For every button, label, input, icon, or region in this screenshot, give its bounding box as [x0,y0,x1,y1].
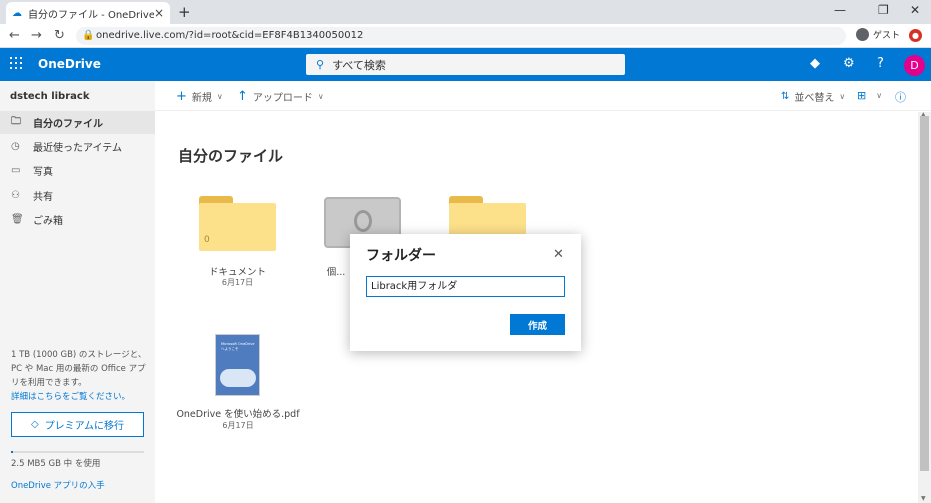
gear-icon[interactable]: ⚙ [843,56,855,71]
tab-title: 自分のファイル - OneDrive [28,9,154,21]
sort-icon: ⇅ [781,91,790,102]
new-tab-icon[interactable]: + [178,3,191,21]
upload-label: アップロード [252,93,313,104]
reload-icon[interactable]: ↻ [54,28,65,43]
brand-title[interactable]: OneDrive [38,57,101,71]
close-icon[interactable]: ✕ [553,247,564,262]
chevron-down-icon: ∨ [317,92,324,101]
sidebar-item-label: 写真 [33,167,53,178]
sidebar-item-label: 共有 [33,192,53,203]
back-icon[interactable]: ← [9,28,20,43]
upload-icon: ↑ [237,89,248,104]
diamond-icon[interactable]: ◆ [810,56,820,71]
chevron-down-icon: ∨ [216,92,223,101]
guest-profile-button[interactable]: ゲスト [856,28,900,41]
user-name: dstech librack [10,91,90,102]
forward-icon[interactable]: → [31,28,42,43]
clock-icon: ◷ [11,141,20,152]
premium-button[interactable]: ◇ プレミアムに移行 [11,412,144,437]
chevron-down-icon: ∨ [839,92,846,101]
folder-documents[interactable]: 0 [199,196,276,251]
new-folder-dialog: フォルダー ✕ Librack用フォルダ 作成 [350,234,581,351]
sidebar: dstech librack 🗀 自分のファイル ◷ 最近使ったアイテム ▭ 写… [0,81,155,503]
search-box[interactable]: ⚲ すべて検索 [306,54,625,75]
get-apps-link[interactable]: OneDrive アプリの入手 [11,479,105,491]
upload-button[interactable]: ↑ アップロード ∨ [237,89,324,104]
sidebar-item-my-files[interactable]: 🗀 自分のファイル [0,111,155,134]
premium-label: プレミアムに移行 [44,421,124,432]
sidebar-item-label: 最近使ったアイテム [33,143,122,154]
sidebar-item-recent[interactable]: ◷ 最近使ったアイテム [0,135,155,158]
details-link[interactable]: 詳細はこちらをご覧ください。 [11,392,130,402]
file-name[interactable]: 個... [324,264,348,278]
view-button[interactable]: ⊞ ∨ [857,89,882,102]
pdf-thumbnail[interactable]: Microsoft OneDrive へようこそ [215,334,260,396]
search-icon: ⚲ [316,58,325,71]
url-field[interactable]: 🔒 onedrive.live.com/?id=root&cid=EF8F4B1… [76,27,846,45]
command-bar: + 新規 ∨ ↑ アップロード ∨ ⇅ 並べ替え ∨ ⊞ ∨ ⓘ [155,81,931,111]
browser-tab[interactable]: ☁ 自分のファイル - OneDrive × [6,2,170,24]
app-launcher-icon[interactable] [10,57,22,69]
sidebar-item-recycle-bin[interactable]: 🗑 ごみ箱 [0,208,155,231]
browser-tab-bar: ☁ 自分のファイル - OneDrive × + — ❐ ✕ [0,0,931,24]
onedrive-favicon-icon: ☁ [12,7,22,19]
grid-view-icon: ⊞ [857,89,867,102]
file-name[interactable]: OneDrive を使い始める.pdf [176,406,300,420]
people-icon: ⚇ [11,190,20,201]
diamond-icon: ◇ [30,419,39,430]
sidebar-item-shared[interactable]: ⚇ 共有 [0,184,155,207]
file-date: 6月17日 [221,278,254,287]
folder-item-count: 0 [204,235,210,245]
sidebar-item-label: 自分のファイル [33,119,103,130]
minimize-icon[interactable]: — [834,3,846,17]
info-button[interactable]: ⓘ [895,89,911,105]
storage-info-text: 1 TB (1000 GB) のストレージと、PC や Mac 用の最新の Of… [11,350,147,388]
cloud-icon [220,369,256,387]
storage-used: 2.5 MB5 GB 中 を使用 [11,459,101,469]
pdf-thumbnail-text: Microsoft OneDrive へようこそ [221,342,255,351]
restore-icon[interactable]: ❐ [878,3,889,17]
folder-name-input[interactable]: Librack用フォルダ [366,276,565,297]
url-text: onedrive.live.com/?id=root&cid=EF8F4B134… [96,30,364,41]
file-name[interactable]: ドキュメント [199,264,276,278]
sort-label: 並べ替え [794,93,835,104]
plus-icon: + [176,89,187,104]
tab-close-icon[interactable]: × [154,6,164,20]
extension-icon[interactable]: ● [909,29,922,42]
profile-icon [856,28,869,41]
scroll-thumb[interactable] [920,116,929,471]
folder-icon: 🗀 [11,116,21,127]
new-button[interactable]: + 新規 ∨ [176,89,223,104]
chevron-down-icon: ∨ [876,91,883,100]
onedrive-header: OneDrive ⚲ すべて検索 ◆ ⚙ ? [0,48,931,81]
new-label: 新規 [191,93,212,104]
storage-bar [11,451,144,453]
photo-icon: ▭ [11,165,21,176]
close-window-icon[interactable]: ✕ [910,3,920,17]
scroll-down-icon[interactable]: ▼ [921,495,926,502]
trash-icon: 🗑 [11,214,24,225]
create-button[interactable]: 作成 [510,314,565,335]
vault-lock-icon [354,210,372,232]
address-bar-row: ← → ↻ 🔒 onedrive.live.com/?id=root&cid=E… [0,24,931,48]
lock-icon: 🔒 [82,30,95,41]
sort-button[interactable]: ⇅ 並べ替え ∨ [781,89,845,104]
sidebar-item-photos[interactable]: ▭ 写真 [0,159,155,182]
scrollbar[interactable]: ▲ ▼ [918,111,931,503]
avatar[interactable]: D [904,55,925,76]
page-title: 自分のファイル [178,147,284,165]
info-icon: ⓘ [895,91,906,104]
help-icon[interactable]: ? [877,56,884,71]
sidebar-item-label: ごみ箱 [33,216,63,227]
file-date: 6月17日 [222,421,254,430]
storage-info: 1 TB (1000 GB) のストレージと、PC や Mac 用の最新の Of… [11,348,149,404]
search-placeholder: すべて検索 [332,58,386,72]
guest-label: ゲスト [873,31,901,41]
dialog-title: フォルダー [366,248,436,264]
